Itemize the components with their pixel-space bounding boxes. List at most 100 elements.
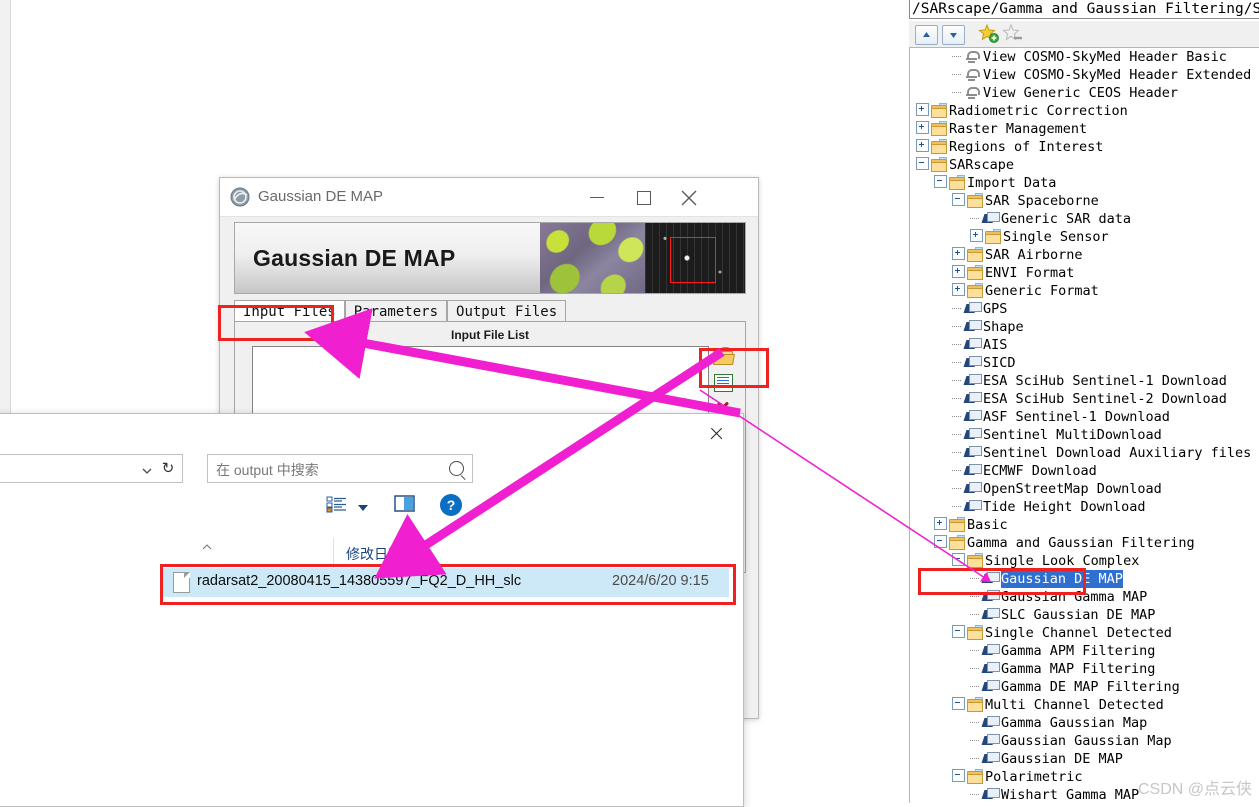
expand-icon[interactable] bbox=[916, 121, 929, 134]
collapse-icon[interactable] bbox=[952, 769, 965, 782]
tree-item[interactable]: ESA SciHub Sentinel-2 Download bbox=[910, 390, 1259, 408]
tree-item[interactable]: SARscape bbox=[910, 156, 1259, 174]
chevron-down-icon[interactable] bbox=[142, 463, 152, 474]
tree-path-bar[interactable]: /SARscape/Gamma and Gaussian Filtering/S… bbox=[909, 0, 1259, 19]
search-icon[interactable] bbox=[449, 461, 464, 476]
close-button[interactable] bbox=[666, 178, 712, 216]
tree-leader bbox=[952, 87, 963, 98]
tree-item[interactable]: SLC Gaussian DE MAP bbox=[910, 606, 1259, 624]
dialog-tabs: Input Files Parameters Output Files bbox=[234, 300, 567, 323]
collapse-icon[interactable] bbox=[916, 157, 929, 170]
tree-item[interactable]: Single Look Complex bbox=[910, 552, 1259, 570]
tree-item-label: ESA SciHub Sentinel-1 Download bbox=[983, 373, 1227, 389]
tree-item[interactable]: ECMWF Download bbox=[910, 462, 1259, 480]
tree-item[interactable]: Regions of Interest bbox=[910, 138, 1259, 156]
tree-item[interactable]: Gamma DE MAP Filtering bbox=[910, 678, 1259, 696]
tree-item[interactable]: Generic SAR data bbox=[910, 210, 1259, 228]
tree-item[interactable]: View COSMO-SkyMed Header Extended bbox=[910, 66, 1259, 84]
expand-icon[interactable] bbox=[970, 229, 983, 242]
tree-item[interactable]: ASF Sentinel-1 Download bbox=[910, 408, 1259, 426]
tree-leader bbox=[970, 663, 981, 674]
tree-item[interactable]: Gamma Gaussian Map bbox=[910, 714, 1259, 732]
view-dropdown-chevron-icon[interactable] bbox=[357, 499, 369, 517]
expand-icon[interactable] bbox=[952, 283, 965, 296]
tool-icon bbox=[963, 482, 982, 496]
column-header-date[interactable]: 修改日期 bbox=[346, 544, 402, 564]
open-folder-button[interactable] bbox=[709, 344, 737, 368]
tree-item[interactable]: Gaussian Gaussian Map bbox=[910, 732, 1259, 750]
tree-item[interactable]: SICD bbox=[910, 354, 1259, 372]
tab-output-files[interactable]: Output Files bbox=[447, 300, 567, 323]
dialog-titlebar[interactable]: Gaussian DE MAP bbox=[220, 178, 758, 217]
tab-parameters[interactable]: Parameters bbox=[344, 300, 448, 323]
tree-item-label: AIS bbox=[983, 337, 1008, 353]
tree-leader bbox=[952, 69, 963, 80]
input-file-list[interactable] bbox=[252, 346, 709, 420]
minimize-button[interactable] bbox=[574, 178, 620, 216]
file-dialog-close-button[interactable] bbox=[695, 420, 737, 448]
dialog-banner: Gaussian DE MAP bbox=[234, 222, 746, 294]
tree-item[interactable]: Single Channel Detected bbox=[910, 624, 1259, 642]
tree-item[interactable]: SAR Airborne bbox=[910, 246, 1259, 264]
tree-item[interactable]: Gamma MAP Filtering bbox=[910, 660, 1259, 678]
tree-item[interactable]: Single Sensor bbox=[910, 228, 1259, 246]
tree-item[interactable]: Gaussian DE MAP bbox=[910, 750, 1259, 768]
tree-item[interactable]: Sentinel Download Auxiliary files bbox=[910, 444, 1259, 462]
tree-item[interactable]: Shape bbox=[910, 318, 1259, 336]
help-button[interactable]: ? bbox=[439, 493, 463, 522]
tree-item[interactable]: Gamma APM Filtering bbox=[910, 642, 1259, 660]
refresh-icon[interactable]: ↻ bbox=[158, 461, 178, 477]
down-arrow-button[interactable] bbox=[942, 25, 965, 45]
tree-item[interactable]: Generic Format bbox=[910, 282, 1259, 300]
collapse-icon[interactable] bbox=[934, 175, 947, 188]
tree-item[interactable]: Tide Height Download bbox=[910, 498, 1259, 516]
expand-icon[interactable] bbox=[952, 247, 965, 260]
up-arrow-button[interactable] bbox=[915, 25, 938, 45]
tree-item-label: Basic bbox=[967, 517, 1008, 533]
table-row[interactable]: radarsat2_20080415_143805597_FQ2_D_HH_sl… bbox=[163, 568, 729, 597]
tree-item[interactable]: View COSMO-SkyMed Header Basic bbox=[910, 48, 1259, 66]
tool-icon bbox=[981, 752, 1000, 766]
tree-item[interactable]: GPS bbox=[910, 300, 1259, 318]
tree-item[interactable]: OpenStreetMap Download bbox=[910, 480, 1259, 498]
preview-pane-icon[interactable] bbox=[394, 494, 416, 519]
tree-item[interactable]: Gamma and Gaussian Filtering bbox=[910, 534, 1259, 552]
tree-item[interactable]: SAR Spaceborne bbox=[910, 192, 1259, 210]
maximize-button[interactable] bbox=[620, 178, 666, 216]
star-add-icon[interactable] bbox=[978, 23, 1000, 44]
tree-item[interactable]: Basic bbox=[910, 516, 1259, 534]
collapse-icon[interactable] bbox=[952, 625, 965, 638]
collapse-icon[interactable] bbox=[952, 193, 965, 206]
search-box[interactable]: 在 output 中搜索 bbox=[207, 454, 473, 483]
tree-item[interactable]: Radiometric Correction bbox=[910, 102, 1259, 120]
expand-icon[interactable] bbox=[916, 103, 929, 116]
view-list-icon[interactable] bbox=[326, 494, 348, 519]
address-bar[interactable]: duNetdiskDownload › data › output ↻ bbox=[0, 454, 183, 483]
tool-icon bbox=[963, 392, 982, 406]
sarscape-tree[interactable]: View COSMO-SkyMed Header Basic View COSMO… bbox=[909, 47, 1259, 803]
expand-icon[interactable] bbox=[934, 517, 947, 530]
list-document-button[interactable] bbox=[709, 370, 737, 394]
tree-item[interactable]: Multi Channel Detected bbox=[910, 696, 1259, 714]
star-remove-icon[interactable] bbox=[1002, 23, 1024, 44]
input-file-side-buttons bbox=[709, 344, 739, 422]
folder-icon bbox=[985, 229, 1001, 244]
tree-item[interactable]: View Generic CEOS Header bbox=[910, 84, 1259, 102]
tree-item[interactable]: Sentinel MultiDownload bbox=[910, 426, 1259, 444]
tree-item[interactable]: ENVI Format bbox=[910, 264, 1259, 282]
tree-item[interactable]: Gaussian Gamma MAP bbox=[910, 588, 1259, 606]
tree-item[interactable]: AIS bbox=[910, 336, 1259, 354]
folder-icon bbox=[967, 553, 983, 568]
collapse-icon[interactable] bbox=[952, 697, 965, 710]
column-divider[interactable] bbox=[333, 538, 334, 568]
expand-icon[interactable] bbox=[916, 139, 929, 152]
expand-icon[interactable] bbox=[952, 265, 965, 278]
tree-item[interactable]: Raster Management bbox=[910, 120, 1259, 138]
tab-input-files[interactable]: Input Files bbox=[234, 300, 345, 323]
tree-item[interactable]: Import Data bbox=[910, 174, 1259, 192]
tree-item[interactable]: Gaussian DE MAP bbox=[910, 570, 1259, 588]
tree-item-label: Single Sensor bbox=[1003, 229, 1109, 245]
tree-item[interactable]: ESA SciHub Sentinel-1 Download bbox=[910, 372, 1259, 390]
collapse-icon[interactable] bbox=[952, 553, 965, 566]
collapse-icon[interactable] bbox=[934, 535, 947, 548]
